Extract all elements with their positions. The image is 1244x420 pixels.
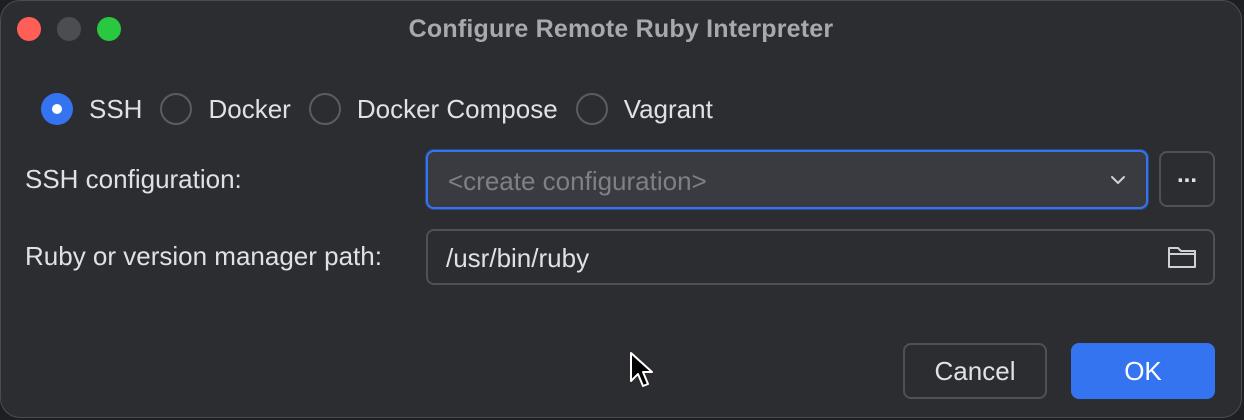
radio-label: Docker [208,93,291,124]
dialog-window: Configure Remote Ruby Interpreter SSH Do… [0,0,1242,418]
chevron-down-icon [1111,176,1125,184]
browse-ssh-configurations-button[interactable]: ... [1159,151,1215,207]
dialog-title: Configure Remote Ruby Interpreter [408,15,834,43]
radio-vagrant[interactable]: Vagrant [575,93,713,125]
ruby-path-label: Ruby or version manager path: [25,241,382,271]
radio-label: SSH [89,93,143,124]
ruby-path-input[interactable]: /usr/bin/ruby [426,229,1215,285]
mouse-pointer-icon [630,352,653,387]
radio-unchecked-icon[interactable] [308,93,341,125]
radio-checked-icon[interactable] [41,93,73,125]
ok-button[interactable]: OK [1071,343,1215,399]
radio-docker[interactable]: Docker [160,93,291,125]
folder-icon[interactable] [1167,244,1197,270]
ssh-configuration-dropdown[interactable]: <create configuration> [426,150,1148,209]
ruby-path-value: /usr/bin/ruby [446,243,590,273]
radio-label: Vagrant [623,93,713,124]
title-bar: Configure Remote Ruby Interpreter [1,1,1241,57]
ssh-configuration-placeholder: <create configuration> [448,166,707,196]
radio-unchecked-icon[interactable] [160,93,193,125]
radio-label: Docker Compose [356,93,558,124]
radio-docker-compose[interactable]: Docker Compose [308,93,558,125]
cancel-button[interactable]: Cancel [903,343,1047,399]
radio-unchecked-icon[interactable] [575,93,608,125]
radio-ssh[interactable]: SSH [41,93,142,125]
ssh-configuration-label: SSH configuration: [25,164,242,194]
connection-type-radio-group: SSH Docker Docker Compose Vagrant [41,91,731,127]
